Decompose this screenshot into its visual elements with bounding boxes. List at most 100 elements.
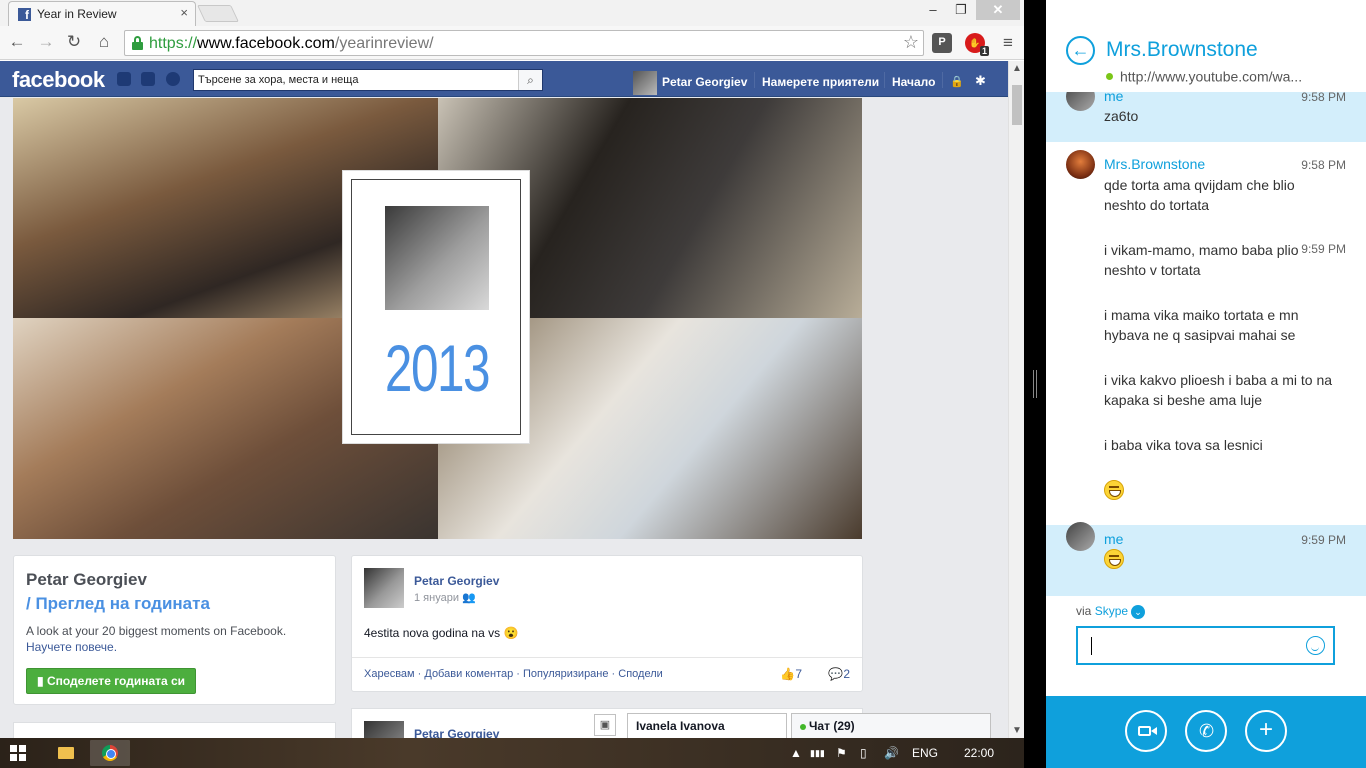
post-date[interactable]: 1 януари 👥	[414, 591, 476, 604]
tab-year-in-review[interactable]: f Year in Review ×	[8, 1, 196, 26]
profile-avatar[interactable]	[633, 71, 657, 95]
conversation-header: ← Mrs.Brownstone http://www.youtube.com/…	[1046, 0, 1366, 92]
comment-count[interactable]: 💬2	[828, 667, 850, 681]
add-people-button[interactable]: +	[1245, 710, 1287, 752]
via-skype-selector[interactable]: via Skype ⌄	[1076, 604, 1146, 619]
screen: f Year in Review × ‒ ❐ ✕ ← → ↻ ⌂ https:/…	[0, 0, 1366, 768]
like-icon: 👍	[780, 667, 796, 681]
input-language[interactable]: ENG	[912, 746, 938, 760]
adblock-extension-icon[interactable]: ✋ 1	[965, 33, 989, 56]
phone-icon: ✆	[1199, 721, 1215, 741]
volume-icon[interactable]: 🔊	[884, 746, 899, 760]
url-text[interactable]: https://www.facebook.com/yearinreview/	[149, 35, 434, 53]
post-avatar[interactable]	[364, 568, 404, 608]
friend-requests-icon[interactable]	[117, 72, 131, 86]
chrome-taskbar-button[interactable]	[90, 740, 130, 766]
message-time: 9:59 PM	[1301, 533, 1346, 547]
like-count[interactable]: 👍7	[780, 667, 802, 681]
divider	[884, 72, 885, 88]
info-user-name[interactable]: Petar Georgiev	[26, 570, 147, 590]
message-group-me: me 9:59 PM	[1046, 522, 1366, 596]
chat-options-icon[interactable]: ▣	[594, 714, 616, 736]
message-text: i vikam-mamo, mamo baba plio neshto v to…	[1104, 242, 1299, 278]
url-scheme: https://	[149, 35, 198, 52]
scroll-down-icon[interactable]: ▼	[1012, 725, 1022, 736]
tab-close-icon[interactable]: ×	[180, 5, 188, 20]
text-caret	[1091, 637, 1092, 655]
battery-icon[interactable]: ▯	[860, 746, 867, 760]
video-call-button[interactable]	[1125, 710, 1167, 752]
page-viewport: facebook ⌕ Petar Georgiev Намерете прият…	[0, 61, 1008, 738]
emoticon-picker-icon[interactable]	[1306, 636, 1325, 655]
contact-name[interactable]: Mrs.Brownstone	[1106, 38, 1258, 62]
lock-icon	[132, 36, 143, 50]
skype-app: ← Mrs.Brownstone http://www.youtube.com/…	[1046, 0, 1366, 768]
find-friends-link[interactable]: Намерете приятели	[762, 75, 879, 89]
start-icon[interactable]	[10, 745, 26, 761]
minimize-button[interactable]: ‒	[920, 0, 946, 20]
search-box: ⌕	[193, 69, 543, 91]
back-arrow-icon[interactable]: ←	[6, 32, 28, 52]
divider	[352, 657, 862, 658]
page-scrollbar[interactable]: ▲ ▼	[1008, 61, 1024, 738]
avatar	[1066, 150, 1095, 179]
settings-gear-icon[interactable]: ✱	[975, 73, 986, 89]
profile-link[interactable]: Petar Georgiev	[662, 75, 747, 89]
chat-sidebar-toggle[interactable]: Чат (29)	[791, 713, 991, 738]
reload-icon[interactable]: ↻	[63, 32, 85, 52]
emoticon-icon: 😮	[503, 626, 519, 640]
facebook-logo[interactable]: facebook	[12, 67, 105, 93]
conversation-log[interactable]: me 9:58 PM za6to Mrs.Brownstone 9:58 PM …	[1046, 92, 1366, 596]
chat-tab-ivanela[interactable]: Ivanela Ivanova	[627, 713, 787, 738]
search-input[interactable]	[198, 72, 513, 88]
post-author[interactable]: Petar Georgiev	[414, 574, 499, 588]
share-icon: ▮	[37, 674, 44, 688]
new-tab-button[interactable]	[197, 5, 239, 22]
post-avatar[interactable]	[364, 721, 404, 738]
post-actions[interactable]: Харесвам · Добави коментар · Популяризир…	[364, 668, 663, 680]
home-link[interactable]: Начало	[892, 75, 935, 89]
file-explorer-taskbar-button[interactable]	[46, 740, 86, 766]
snap-grip-icon[interactable]	[1033, 370, 1037, 398]
close-window-button[interactable]: ✕	[976, 0, 1020, 20]
message-text: qde torta ama qvijdam che blio neshto do…	[1104, 177, 1295, 213]
chrome-window: f Year in Review × ‒ ❐ ✕ ← → ↻ ⌂ https:/…	[0, 0, 1024, 738]
facebook-bluebar: facebook ⌕ Petar Georgiev Намерете прият…	[0, 61, 1008, 97]
tab-title: Year in Review	[37, 7, 117, 21]
share-year-button[interactable]: ▮ Споделете годината си	[26, 668, 197, 694]
messages-icon[interactable]	[141, 72, 155, 86]
home-icon[interactable]: ⌂	[93, 32, 115, 52]
scroll-thumb[interactable]	[1012, 85, 1022, 125]
message-sender: me	[1104, 531, 1124, 547]
year-review-cover: 2013	[13, 98, 862, 539]
via-service: Skype	[1094, 604, 1129, 618]
privacy-lock-icon[interactable]: 🔒	[950, 75, 964, 88]
avatar	[1066, 522, 1095, 551]
folder-icon	[58, 747, 74, 759]
scroll-up-icon[interactable]: ▲	[1012, 63, 1022, 74]
voice-call-button[interactable]: ✆	[1185, 710, 1227, 752]
learn-more-link[interactable]: Научете повече.	[26, 640, 117, 654]
clock[interactable]: 22:00	[964, 746, 994, 760]
url-path: /yearinreview/	[334, 35, 434, 52]
show-hidden-icons-icon[interactable]: ▲	[790, 746, 802, 760]
year-card-frame: 2013	[351, 179, 521, 435]
address-bar[interactable]: https://www.facebook.com/yearinreview/ ☆	[124, 30, 924, 56]
search-icon[interactable]: ⌕	[518, 70, 542, 90]
year-card-photo	[385, 206, 489, 310]
message-input[interactable]	[1086, 636, 1296, 656]
bookmark-star-icon[interactable]: ☆	[903, 32, 919, 53]
back-button[interactable]: ←	[1066, 36, 1095, 65]
post-author[interactable]: Petar Georgiev	[414, 727, 499, 738]
divider	[754, 72, 755, 88]
restore-button[interactable]: ❐	[948, 0, 974, 20]
chrome-menu-icon[interactable]: ≡	[998, 33, 1018, 53]
forward-arrow-icon[interactable]: →	[35, 32, 57, 52]
notifications-globe-icon[interactable]	[166, 72, 180, 86]
action-center-flag-icon[interactable]: ⚑	[836, 746, 847, 760]
network-signal-icon[interactable]: ▮▮▮	[810, 748, 825, 759]
message-input-box[interactable]	[1076, 626, 1335, 665]
browser-toolbar: ← → ↻ ⌂ https://www.facebook.com/yearinr…	[0, 26, 1024, 60]
pocket-extension-icon[interactable]: P	[932, 33, 952, 53]
snap-divider[interactable]	[1024, 0, 1046, 768]
